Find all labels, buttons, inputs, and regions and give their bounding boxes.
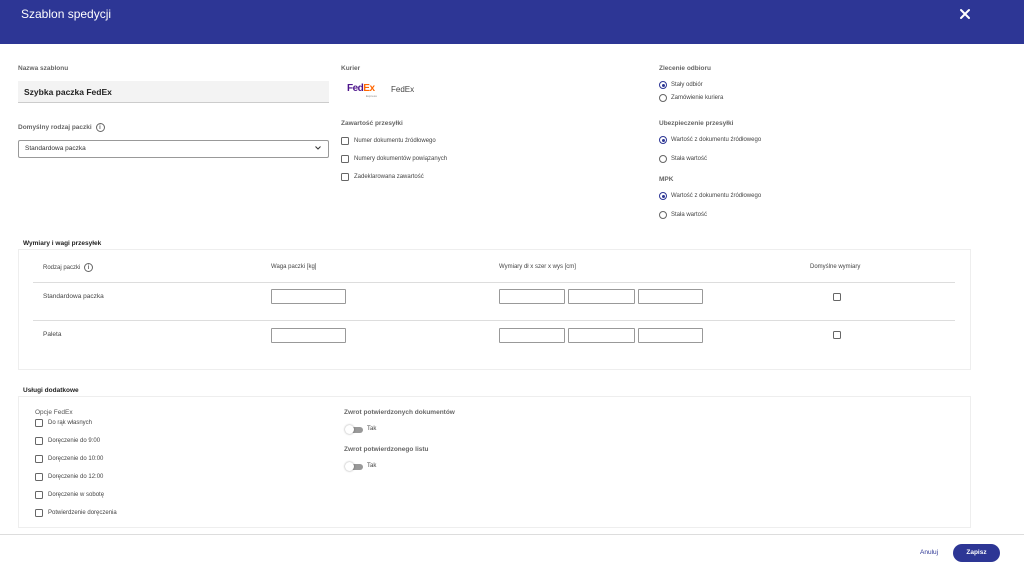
contents-option-label: Numer dokumentu źródłowego (354, 138, 436, 144)
width-input[interactable] (568, 289, 635, 304)
contents-checkbox-source-doc[interactable] (341, 137, 349, 145)
column-header-default: Domyślne wymiary (810, 264, 861, 270)
insurance-radio-fixed[interactable] (659, 155, 667, 163)
mpk-radio-fixed[interactable] (659, 211, 667, 219)
services-panel (18, 396, 971, 528)
pickup-radio-order[interactable] (659, 94, 667, 102)
return-docs-toggle[interactable] (345, 425, 363, 434)
contents-option-label: Numery dokumentów powiązanych (354, 156, 448, 162)
service-option-label: Doręczenie w sobotę (48, 492, 105, 498)
fedex-options-label: Opcje FedEx (35, 409, 73, 416)
service-checkbox-personal[interactable] (35, 419, 43, 427)
default-package-value: Standardowa paczka (25, 145, 86, 152)
courier-name: FedEx (391, 85, 415, 94)
default-dimensions-checkbox[interactable] (833, 331, 841, 339)
dialog-title: Szablon spedycji (21, 7, 112, 21)
service-option-label: Potwierdzenie doręczenia (48, 510, 117, 516)
info-icon[interactable]: i (95, 123, 105, 132)
column-header-dimensions: Wymiary dł x szer x wys [cm] (499, 264, 576, 270)
weight-input[interactable] (271, 289, 346, 304)
return-letter-toggle-label: Tak (367, 463, 377, 469)
mpk-option-label: Wartość z dokumentu źródłowego (671, 193, 762, 199)
default-dimensions-checkbox[interactable] (833, 293, 841, 301)
return-letter-toggle[interactable] (345, 462, 363, 471)
pickup-radio-fixed[interactable] (659, 81, 667, 89)
insurance-label: Ubezpieczenie przesyłki (659, 120, 734, 127)
service-option-label: Doręczenie do 9:00 (48, 438, 101, 444)
insurance-radio-source[interactable] (659, 136, 667, 144)
column-header-weight: Waga paczki [kg] (271, 264, 317, 270)
chevron-down-icon (314, 144, 322, 154)
row-package-name: Standardowa paczka (43, 293, 104, 300)
service-checkbox-saturday[interactable] (35, 491, 43, 499)
mpk-radio-source[interactable] (659, 192, 667, 200)
height-input[interactable] (638, 289, 703, 304)
return-docs-label: Zwrot potwierdzonych dokumentów (344, 409, 455, 416)
pickup-option-label: Stały odbiór (671, 82, 703, 88)
contents-label: Zawartość przesyłki (341, 120, 403, 127)
fedex-logo-sub: Express (366, 94, 377, 98)
default-package-select[interactable]: Standardowa paczka (18, 140, 329, 158)
mpk-option-label: Stała wartość (671, 212, 708, 218)
service-checkbox-12[interactable] (35, 473, 43, 481)
service-checkbox-10[interactable] (35, 455, 43, 463)
info-icon[interactable]: i (84, 263, 94, 272)
footer-divider (0, 534, 1024, 535)
service-checkbox-confirmation[interactable] (35, 509, 43, 517)
row-package-name: Paleta (43, 331, 62, 338)
pickup-option-label: Zamówienie kuriera (671, 95, 724, 101)
table-divider (33, 282, 955, 283)
contents-option-label: Zadeklarowana zawartość (354, 174, 424, 180)
contents-checkbox-declared[interactable] (341, 173, 349, 181)
service-option-label: Doręczenie do 10:00 (48, 456, 104, 462)
length-input[interactable] (499, 328, 565, 343)
pickup-label: Zlecenie odbioru (659, 65, 712, 72)
default-package-label: Domyślny rodzaj paczki i (18, 123, 105, 132)
mpk-label: MPK (659, 176, 674, 183)
return-docs-toggle-label: Tak (367, 426, 377, 432)
table-divider (33, 320, 955, 321)
dialog-header: Szablon spedycji (0, 0, 1024, 44)
fedex-logo: FedEx (347, 83, 375, 94)
length-input[interactable] (499, 289, 565, 304)
service-option-label: Doręczenie do 12:00 (48, 474, 104, 480)
service-option-label: Do rąk własnych (48, 420, 93, 426)
weight-input[interactable] (271, 328, 346, 343)
insurance-option-label: Stała wartość (671, 156, 708, 162)
cancel-button[interactable]: Anuluj (920, 549, 938, 556)
template-name-input[interactable]: Szybka paczka FedEx (18, 81, 329, 103)
contents-checkbox-related-docs[interactable] (341, 155, 349, 163)
save-button[interactable]: Zapisz (953, 544, 1000, 562)
default-package-label-text: Domyślny rodzaj paczki (18, 124, 92, 132)
services-title: Usługi dodatkowe (23, 387, 79, 394)
width-input[interactable] (568, 328, 635, 343)
courier-label: Kurier (341, 65, 361, 72)
close-icon[interactable] (958, 7, 972, 21)
height-input[interactable] (638, 328, 703, 343)
return-letter-label: Zwrot potwierdzonego listu (344, 446, 429, 453)
service-checkbox-9[interactable] (35, 437, 43, 445)
dimensions-title: Wymiary i wagi przesyłek (23, 240, 102, 247)
insurance-option-label: Wartość z dokumentu źródłowego (671, 137, 762, 143)
template-name-label: Nazwa szablonu (18, 65, 69, 72)
column-header-package-type: Rodzaj paczki i (43, 263, 94, 272)
